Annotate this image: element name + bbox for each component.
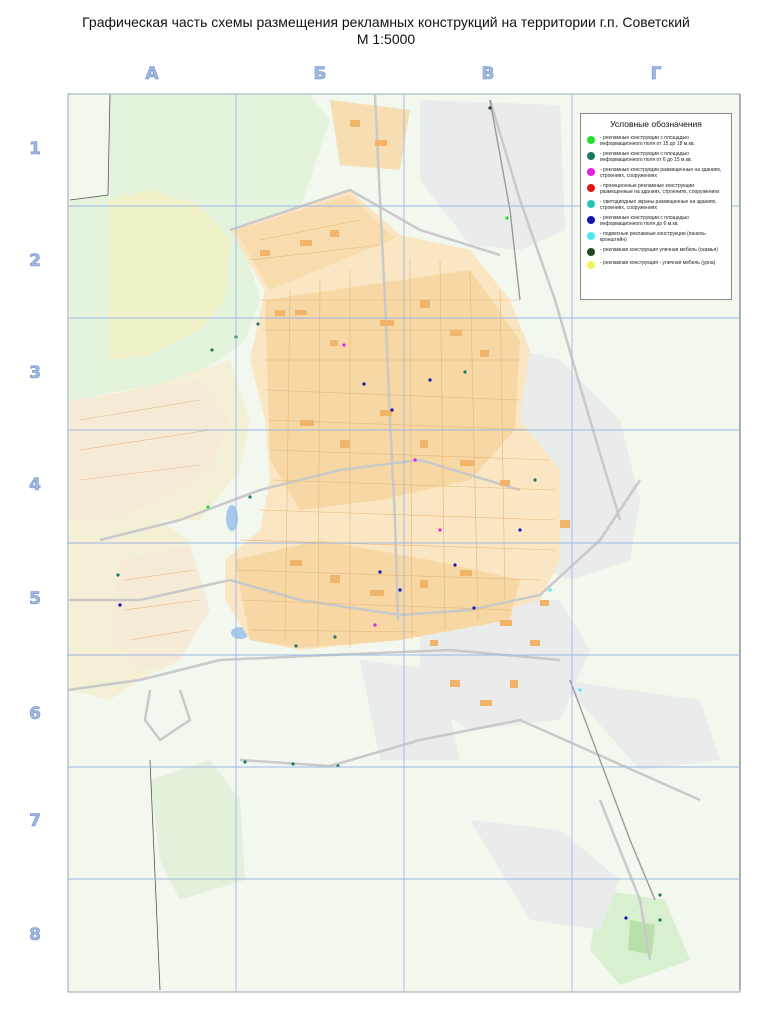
- legend-title: Условные обозначения: [610, 119, 702, 129]
- map-scale: М 1:5000: [356, 31, 416, 47]
- legend-marker-icon: [587, 168, 595, 176]
- map-title: Графическая часть схемы размещения рекла…: [82, 14, 690, 30]
- legend-marker-icon: [587, 216, 595, 224]
- legend-marker-icon: [587, 248, 595, 256]
- legend-item-label: - рекламная конструкция уличная мебель (…: [600, 247, 718, 253]
- legend-item: - подвесные рекламные конструкции (панел…: [587, 231, 727, 243]
- legend-item: - светодиодные экраны размещенные на зда…: [587, 199, 727, 211]
- grid-row-label-5: 5: [29, 589, 41, 610]
- grid-column-label-a: А: [145, 64, 159, 85]
- legend-item-label: - проекционные рекламные конструкции раз…: [600, 183, 720, 195]
- legend-item-label: - рекламные конструкции с площадью инфор…: [600, 215, 689, 227]
- legend-item: - проекционные рекламные конструкции раз…: [587, 183, 727, 195]
- legend-item-label: - рекламные конструкции размещенные на з…: [600, 167, 722, 179]
- legend-item: - рекламная конструкция - уличная мебель…: [587, 260, 727, 269]
- legend-item: - рекламные конструкции с площадью инфор…: [587, 151, 727, 163]
- map-legend: Условные обозначения - рекламные констру…: [580, 113, 732, 300]
- grid-row-label-4: 4: [29, 475, 41, 496]
- grid-row-label-8: 8: [29, 925, 41, 946]
- legend-item: - рекламные конструкции с площадью инфор…: [587, 215, 727, 227]
- legend-item: - рекламные конструкции с площадью инфор…: [587, 135, 727, 147]
- legend-marker-icon: [587, 261, 595, 269]
- grid-column-label-v: В: [481, 64, 495, 85]
- legend-item: - рекламная конструкция уличная мебель (…: [587, 247, 727, 256]
- legend-item-label: - рекламные конструкции с площадью инфор…: [600, 135, 695, 147]
- legend-item-label: - светодиодные экраны размещенные на зда…: [600, 199, 717, 211]
- legend-item-label: - рекламная конструкция - уличная мебель…: [600, 260, 716, 266]
- legend-item-label: - рекламные конструкции с площадью инфор…: [600, 151, 693, 163]
- legend-marker-icon: [587, 184, 595, 192]
- legend-marker-icon: [587, 232, 595, 240]
- grid-row-label-2: 2: [29, 251, 41, 272]
- grid-column-label-b: Б: [313, 64, 327, 85]
- legend-item: - рекламные конструкции размещенные на з…: [587, 167, 727, 179]
- legend-marker-icon: [587, 200, 595, 208]
- grid-row-label-3: 3: [29, 363, 41, 384]
- grid-row-label-6: 6: [29, 704, 41, 725]
- legend-item-label: - подвесные рекламные конструкции (панел…: [600, 231, 707, 243]
- grid-row-label-7: 7: [29, 811, 41, 832]
- legend-marker-icon: [587, 136, 595, 144]
- grid-column-label-g: Г: [650, 64, 662, 85]
- grid-row-label-1: 1: [29, 139, 41, 160]
- legend-marker-icon: [587, 152, 595, 160]
